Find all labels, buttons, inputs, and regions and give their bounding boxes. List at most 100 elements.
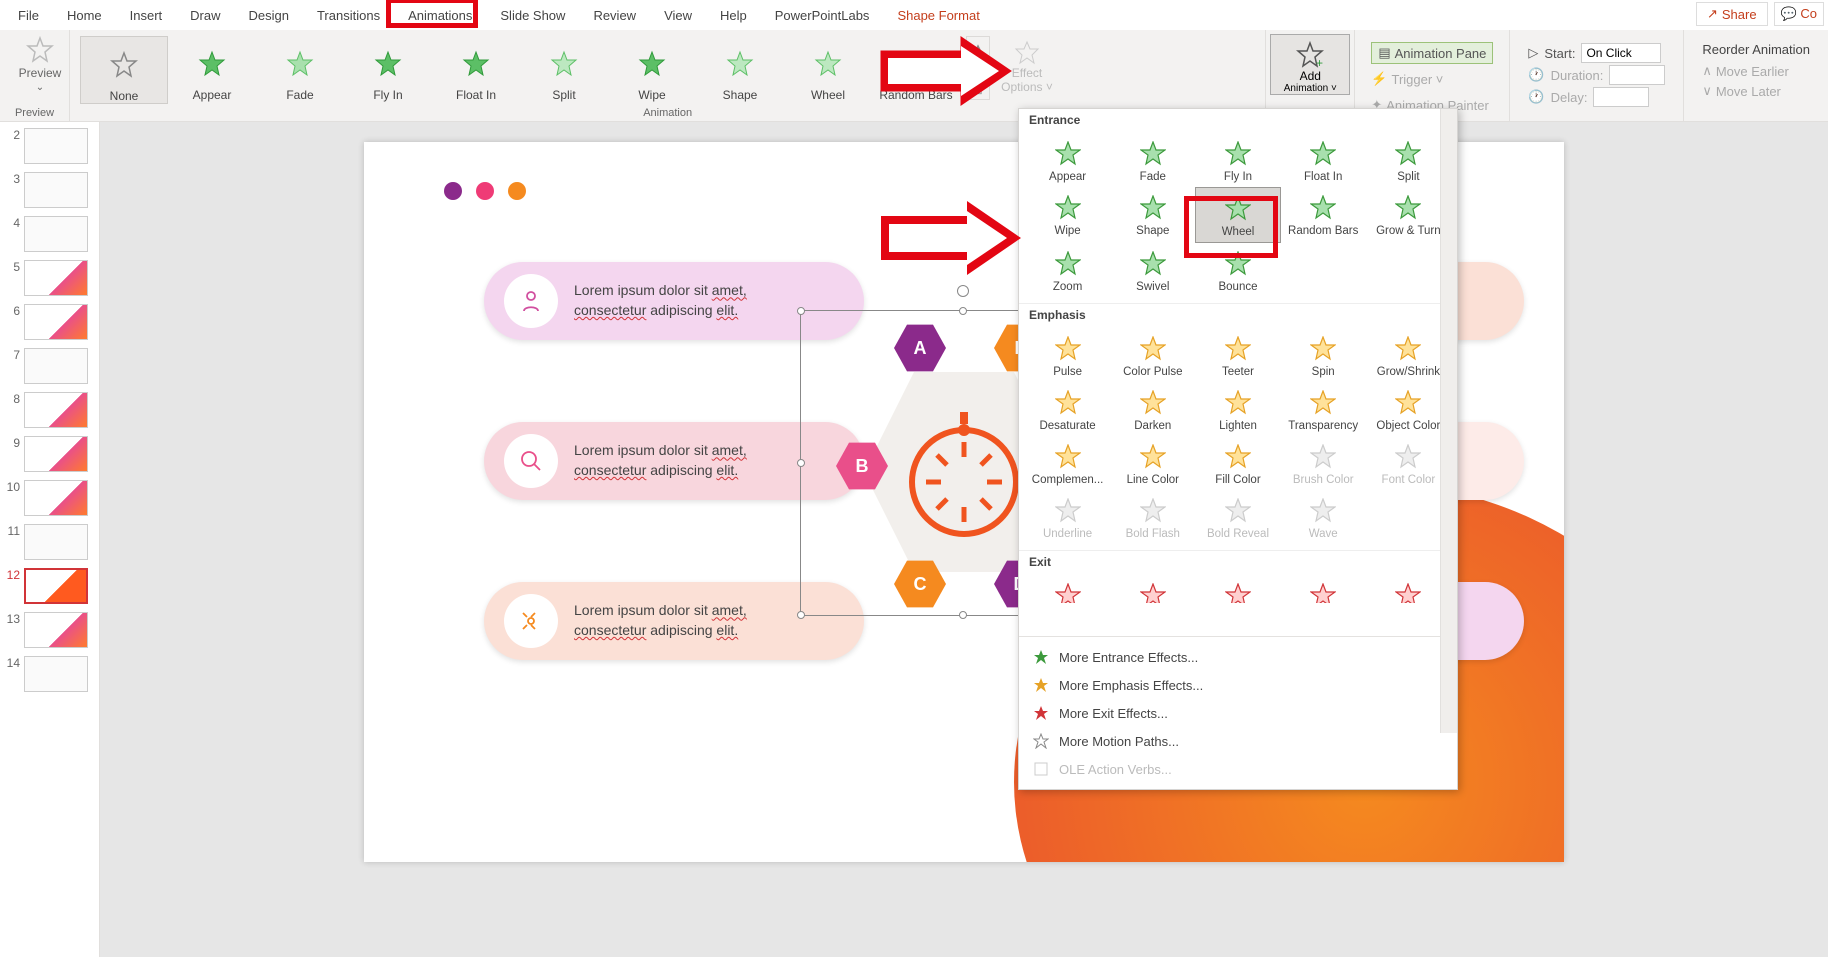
dd-exit-item[interactable]	[1366, 575, 1451, 603]
dropdown-scrollbar[interactable]	[1440, 109, 1457, 733]
dd-emphasis-wave[interactable]: Wave	[1281, 490, 1366, 544]
tab-draw[interactable]: Draw	[176, 4, 234, 27]
anim-none[interactable]: None	[80, 36, 168, 104]
slide-thumbnails[interactable]: 2 3 4 5 6 7 8 9 10 11 12 13 14	[0, 122, 100, 957]
dd-entrance-float-in[interactable]: Float In	[1281, 133, 1366, 187]
move-later-button[interactable]: ∨Move Later	[1702, 81, 1810, 101]
dd-entrance-zoom[interactable]: Zoom	[1025, 243, 1110, 297]
star-icon	[1306, 440, 1340, 474]
tab-shape-format[interactable]: Shape Format	[883, 4, 993, 27]
star-icon	[1221, 579, 1255, 603]
dd-emphasis-fill-color[interactable]: Fill Color	[1195, 436, 1280, 490]
anim-flyin[interactable]: Fly In	[344, 36, 432, 102]
svg-text:+: +	[1316, 56, 1323, 69]
dd-exit-item[interactable]	[1281, 575, 1366, 603]
rotation-handle[interactable]	[957, 285, 969, 297]
anim-fade[interactable]: Fade	[256, 36, 344, 102]
dd-emphasis-font-color[interactable]: Font Color	[1366, 436, 1451, 490]
dd-entrance-wipe[interactable]: Wipe	[1025, 187, 1110, 243]
star-icon	[1391, 440, 1425, 474]
dd-emphasis-grow-shrink[interactable]: Grow/Shrink	[1366, 328, 1451, 382]
dd-emphasis-color-pulse[interactable]: Color Pulse	[1110, 328, 1195, 382]
dd-emphasis-teeter[interactable]: Teeter	[1195, 328, 1280, 382]
dd-entrance-random-bars[interactable]: Random Bars	[1281, 187, 1366, 243]
tab-design[interactable]: Design	[235, 4, 303, 27]
anim-shape[interactable]: Shape	[696, 36, 784, 102]
star-icon	[1306, 494, 1340, 528]
tab-home[interactable]: Home	[53, 4, 116, 27]
duration-label: Duration:	[1551, 68, 1604, 83]
anim-split[interactable]: Split	[520, 36, 608, 102]
anim-floatin[interactable]: Float In	[432, 36, 520, 102]
dd-exit-item[interactable]	[1110, 575, 1195, 603]
move-earlier-button[interactable]: ∧Move Earlier	[1702, 61, 1810, 81]
star-plus-icon: +	[1296, 41, 1324, 69]
start-select[interactable]	[1581, 43, 1661, 63]
dd-emphasis-bold-flash[interactable]: Bold Flash	[1110, 490, 1195, 544]
dd-emphasis-brush-color[interactable]: Brush Color	[1281, 436, 1366, 490]
dd-entrance-bounce[interactable]: Bounce	[1195, 243, 1280, 297]
trigger-button[interactable]: ⚡Trigger ˅	[1371, 68, 1493, 90]
star-icon	[1391, 579, 1425, 603]
tab-pptlabs[interactable]: PowerPointLabs	[761, 4, 884, 27]
anim-wheel[interactable]: Wheel	[784, 36, 872, 102]
ole-action-verbs: OLE Action Verbs...	[1019, 755, 1457, 783]
slide-canvas-area[interactable]: Lorem ipsum dolor sit amet,consectetur a…	[100, 122, 1828, 957]
dd-entrance-appear[interactable]: Appear	[1025, 133, 1110, 187]
preview-button[interactable]: Preview⌄	[10, 36, 70, 93]
anim-random[interactable]: Random Bars	[872, 36, 960, 102]
dd-emphasis-lighten[interactable]: Lighten	[1195, 382, 1280, 436]
more-entrance-effects[interactable]: More Entrance Effects...	[1019, 643, 1457, 671]
dd-emphasis-spin[interactable]: Spin	[1281, 328, 1366, 382]
tab-insert[interactable]: Insert	[116, 4, 177, 27]
tab-view[interactable]: View	[650, 4, 706, 27]
bolt-icon: ⚡	[1371, 71, 1387, 87]
dd-emphasis-darken[interactable]: Darken	[1110, 382, 1195, 436]
dd-entrance-wheel[interactable]: Wheel	[1195, 187, 1280, 243]
dd-emphasis-bold-reveal[interactable]: Bold Reveal	[1195, 490, 1280, 544]
dd-emphasis-pulse[interactable]: Pulse	[1025, 328, 1110, 382]
tab-slideshow[interactable]: Slide Show	[486, 4, 579, 27]
delay-label: Delay:	[1551, 90, 1588, 105]
dd-entrance-fade[interactable]: Fade	[1110, 133, 1195, 187]
star-icon	[1391, 386, 1425, 420]
star-icon	[1051, 247, 1085, 281]
dd-emphasis-transparency[interactable]: Transparency	[1281, 382, 1366, 436]
comments-button[interactable]: 💬 Co	[1774, 2, 1824, 26]
more-motion-paths[interactable]: More Motion Paths...	[1019, 727, 1457, 755]
dd-entrance-shape[interactable]: Shape	[1110, 187, 1195, 243]
anim-wipe[interactable]: Wipe	[608, 36, 696, 102]
dd-entrance-grow-turn[interactable]: Grow & Turn	[1366, 187, 1451, 243]
star-icon	[1051, 332, 1085, 366]
tab-help[interactable]: Help	[706, 4, 761, 27]
dd-emphasis-complemen-[interactable]: Complemen...	[1025, 436, 1110, 490]
tab-file[interactable]: File	[4, 4, 53, 27]
dd-entrance-fly-in[interactable]: Fly In	[1195, 133, 1280, 187]
dd-exit-item[interactable]	[1025, 575, 1110, 603]
tab-animations[interactable]: Animations	[394, 4, 486, 27]
tab-transitions[interactable]: Transitions	[303, 4, 394, 27]
animation-pane-button[interactable]: ▤Animation Pane	[1371, 42, 1493, 64]
ribbon: Preview⌄ Preview None Appear Fade Fly In…	[0, 30, 1828, 122]
dd-entrance-swivel[interactable]: Swivel	[1110, 243, 1195, 297]
anim-appear[interactable]: Appear	[168, 36, 256, 102]
more-emphasis-effects[interactable]: More Emphasis Effects...	[1019, 671, 1457, 699]
more-exit-effects[interactable]: More Exit Effects...	[1019, 699, 1457, 727]
tab-review[interactable]: Review	[579, 4, 650, 27]
dd-entrance-split[interactable]: Split	[1366, 133, 1451, 187]
dd-emphasis-desaturate[interactable]: Desaturate	[1025, 382, 1110, 436]
delay-input[interactable]	[1593, 87, 1649, 107]
dd-exit-item[interactable]	[1195, 575, 1280, 603]
dd-emphasis-line-color[interactable]: Line Color	[1110, 436, 1195, 490]
star-icon	[1051, 494, 1085, 528]
anim-gallery-scroll[interactable]: ▴▾⊟	[966, 36, 990, 100]
star-icon	[1136, 386, 1170, 420]
thumb-12-active[interactable]: 12	[4, 568, 95, 604]
share-button[interactable]: ↗ Share	[1696, 2, 1768, 26]
star-icon	[1391, 137, 1425, 171]
dd-emphasis-object-color[interactable]: Object Color	[1366, 382, 1451, 436]
add-animation-button[interactable]: + AddAnimation ˅	[1270, 34, 1350, 95]
dd-emphasis-underline[interactable]: Underline	[1025, 490, 1110, 544]
star-icon	[1306, 332, 1340, 366]
duration-input[interactable]	[1609, 65, 1665, 85]
